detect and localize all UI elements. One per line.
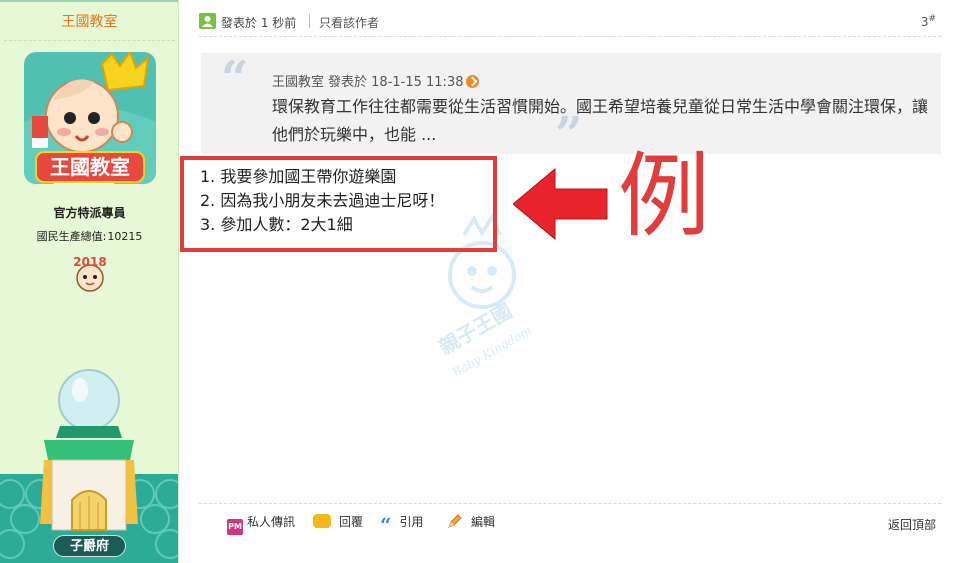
online-status-icon [199, 13, 216, 29]
quote-label: 引用 [399, 515, 424, 529]
pm-icon: PM [227, 519, 243, 535]
close-quote-icon: ” [555, 107, 583, 163]
rank-badge: 子爵府 [53, 535, 126, 557]
badge-year-text: 2018 [73, 255, 106, 269]
author-role: 官方特派專員 [53, 206, 126, 220]
post-floor-number[interactable]: 3# [921, 14, 936, 29]
author-gnp: 國民生產總值:10215 [0, 228, 178, 244]
header-divider [199, 36, 941, 37]
sidebar-divider [4, 40, 175, 41]
quote-meta: 王國教室 發表於 18-1-15 11:38 [272, 71, 480, 90]
author-sidebar: 王國教室 王國教室 官方特派專員 國民生產總值:10215 2018 子爵府 [0, 0, 179, 563]
rank-castle-image [0, 364, 178, 563]
header-separator [309, 14, 310, 28]
edit-label: 編輯 [471, 515, 496, 529]
back-to-top-link[interactable]: 返回頂部 [888, 516, 936, 533]
quote-time: 發表於 18-1-15 11:38 [328, 75, 464, 90]
post-header: 發表於 1 秒前 只看該作者 3# [199, 12, 939, 32]
reply-button[interactable]: 回覆 [313, 513, 363, 530]
avatar-banner-text: 王國教室 [50, 155, 130, 179]
gnp-value: 10215 [107, 230, 143, 243]
reply-label: 回覆 [339, 515, 364, 529]
quote-author: 王國教室 [272, 75, 325, 90]
content-line: 2. 因為我小朋友未去過迪士尼呀！ [200, 191, 445, 210]
author-username[interactable]: 王國教室 [0, 11, 178, 31]
red-arrow-icon [512, 167, 608, 241]
post-content: 1. 我要參加國王帶你遊樂園 2. 因為我小朋友未去過迪士尼呀！ 3. 參加人數… [200, 165, 444, 237]
pm-label: 私人傳訊 [247, 515, 296, 529]
edit-button[interactable]: 編輯 [447, 513, 495, 530]
example-label: 例 [618, 143, 711, 250]
medal-badge-icon[interactable]: 2018 [68, 252, 112, 294]
pencil-icon [447, 513, 463, 529]
open-quote-icon: “ [221, 51, 249, 107]
floor-suffix: # [928, 14, 936, 24]
view-author-only-link[interactable]: 只看該作者 [319, 14, 379, 31]
go-to-post-icon[interactable] [466, 75, 480, 88]
content-line: 3. 參加人數：2大1細 [200, 215, 353, 234]
footer-divider [199, 503, 941, 504]
pm-button[interactable]: PM 私人傳訊 [227, 513, 295, 535]
quote-icon: “ [380, 513, 392, 537]
reply-icon [313, 514, 331, 528]
gnp-label: 國民生產總值: [36, 230, 107, 243]
avatar[interactable]: 王國教室 [24, 52, 156, 184]
content-line: 1. 我要參加國王帶你遊樂園 [200, 167, 397, 186]
post-time: 發表於 1 秒前 [221, 16, 297, 30]
quote-button[interactable]: “ 引用 [380, 513, 424, 537]
quote-text: 環保教育工作往往都需要從生活習慣開始。國王希望培養兒童從日常生活中學會關注環保，… [272, 97, 929, 144]
quote-block: “ 王國教室 發表於 18-1-15 11:38 環保教育工作往往都需要從生活習慣… [201, 51, 941, 163]
sidebar-top-border [0, 0, 178, 2]
